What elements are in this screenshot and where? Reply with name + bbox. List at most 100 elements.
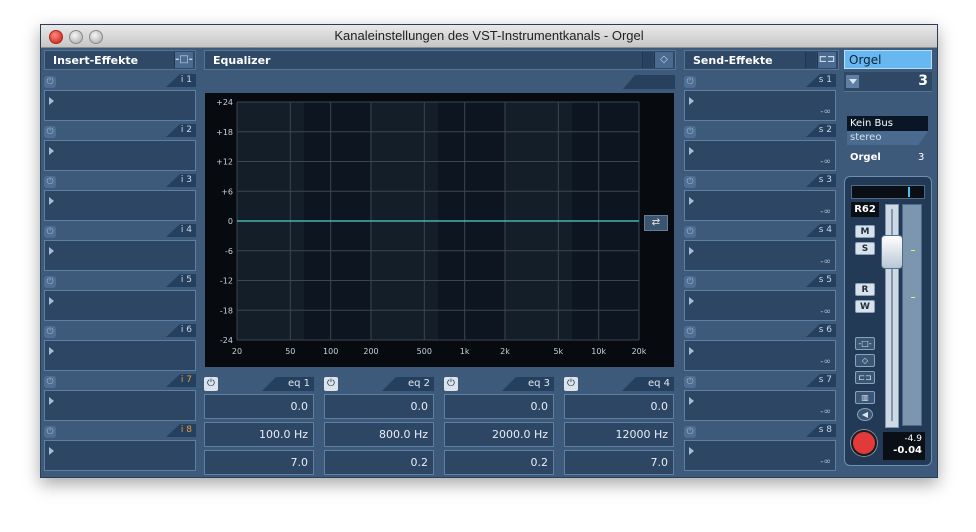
- eq-band-gain-field[interactable]: 0.0: [564, 394, 674, 419]
- play-arrow-icon: [49, 347, 54, 355]
- eq-band-power-button[interactable]: ⏻: [204, 377, 218, 391]
- eq-reset-button[interactable]: ⇄: [644, 215, 668, 231]
- eq-strip-icon: ◇: [861, 356, 869, 365]
- send-slot[interactable]: -∞: [684, 140, 836, 171]
- send-slot[interactable]: -∞: [684, 440, 836, 471]
- pan-value[interactable]: R62: [851, 202, 879, 217]
- send-side-button[interactable]: [805, 52, 816, 68]
- eq-band-q-field[interactable]: 0.2: [324, 450, 434, 475]
- send-bypass-button[interactable]: ⊏⊐: [817, 52, 836, 68]
- edit-instrument-button[interactable]: ▥: [855, 391, 875, 404]
- eq-band-power-button[interactable]: ⏻: [564, 377, 578, 391]
- send-slot-power-button[interactable]: ⏻: [684, 426, 696, 438]
- write-automation-button[interactable]: W: [855, 300, 875, 313]
- send-slot-power-button[interactable]: ⏻: [684, 276, 696, 288]
- insert-slot-power-button[interactable]: ⏻: [44, 126, 56, 138]
- insert-slot[interactable]: [44, 340, 196, 371]
- eq-band-freq-field[interactable]: 100.0 Hz: [204, 422, 314, 447]
- send-slot[interactable]: -∞: [684, 90, 836, 121]
- send-slot[interactable]: -∞: [684, 340, 836, 371]
- insert-slot[interactable]: [44, 90, 196, 121]
- record-enable-button[interactable]: [851, 430, 877, 456]
- send-slot[interactable]: -∞: [684, 190, 836, 221]
- eq-y-tick: -18: [220, 306, 233, 315]
- output-routing[interactable]: Kein Bus: [847, 116, 928, 131]
- insert-bypass-strip-button[interactable]: -□-: [855, 337, 875, 350]
- eq-band-q-field[interactable]: 0.2: [444, 450, 554, 475]
- eq-band-gain-field[interactable]: 0.0: [444, 394, 554, 419]
- insert-slot-power-button[interactable]: ⏻: [44, 376, 56, 388]
- pan-meter[interactable]: [851, 185, 925, 199]
- monitor-button[interactable]: ◀: [857, 408, 873, 421]
- eq-band-freq-field[interactable]: 2000.0 Hz: [444, 422, 554, 447]
- play-arrow-icon: [49, 297, 54, 305]
- play-arrow-icon: [689, 447, 694, 455]
- play-arrow-icon: [689, 97, 694, 105]
- eq-band-label: eq 2: [382, 377, 434, 391]
- eq-y-tick: +18: [216, 128, 233, 137]
- eq-bypass-icon: ◇: [660, 54, 668, 65]
- eq-y-tick: -12: [220, 277, 233, 286]
- level-readout[interactable]: -4.9 -0.04: [883, 432, 925, 460]
- eq-x-tick: 200: [363, 347, 378, 356]
- insert-slot-power-button[interactable]: ⏻: [44, 226, 56, 238]
- play-arrow-icon: [689, 347, 694, 355]
- send-slot-label: s 5: [806, 274, 836, 287]
- eq-bypass-button[interactable]: ◇: [654, 52, 673, 68]
- insert-slot-label: i 1: [166, 74, 196, 87]
- insert-slot-power-button[interactable]: ⏻: [44, 426, 56, 438]
- send-level: -∞: [820, 207, 831, 217]
- eq-band-gain-field[interactable]: 0.0: [204, 394, 314, 419]
- send-slot[interactable]: -∞: [684, 390, 836, 421]
- eq-band-gain-field[interactable]: 0.0: [324, 394, 434, 419]
- eq-band-q-field[interactable]: 7.0: [564, 450, 674, 475]
- mute-button[interactable]: M: [855, 225, 875, 238]
- insert-slot-power-button[interactable]: ⏻: [44, 326, 56, 338]
- insert-slot-power-button[interactable]: ⏻: [44, 276, 56, 288]
- send-slot-power-button[interactable]: ⏻: [684, 326, 696, 338]
- send-slot-power-button[interactable]: ⏻: [684, 376, 696, 388]
- solo-button[interactable]: S: [855, 242, 875, 255]
- eq-band-power-button[interactable]: ⏻: [324, 377, 338, 391]
- insert-slot[interactable]: [44, 440, 196, 471]
- send-slot-power-button[interactable]: ⏻: [684, 76, 696, 88]
- send-bypass-strip-button[interactable]: ⊏⊐: [855, 371, 875, 384]
- insert-slot[interactable]: [44, 240, 196, 271]
- eq-y-tick: 0: [228, 217, 233, 226]
- eq-band-freq-field[interactable]: 800.0 Hz: [324, 422, 434, 447]
- send-slot-power-button[interactable]: ⏻: [684, 226, 696, 238]
- insert-slot[interactable]: [44, 290, 196, 321]
- send-slot[interactable]: -∞: [684, 290, 836, 321]
- chevron-down-icon[interactable]: [846, 75, 859, 88]
- eq-side-button[interactable]: [642, 52, 653, 68]
- insert-slot-power-button[interactable]: ⏻: [44, 176, 56, 188]
- eq-curve-display[interactable]: +24 +18 +12 +6 0 -6 -12 -18 -24 20 50 100 200 500 1k 2k…: [205, 93, 674, 367]
- eq-band-freq-field[interactable]: 12000 Hz: [564, 422, 674, 447]
- channel-name-field[interactable]: Orgel: [844, 50, 932, 69]
- insert-slot-power-button[interactable]: ⏻: [44, 76, 56, 88]
- equalizer-header: Equalizer ◇: [204, 50, 676, 70]
- volume-fader-knob[interactable]: [881, 235, 903, 269]
- eq-x-tick: 1k: [460, 347, 470, 356]
- equalizer-title: Equalizer: [213, 54, 271, 67]
- read-automation-button[interactable]: R: [855, 283, 875, 296]
- eq-x-tick: 20: [232, 347, 242, 356]
- send-slot-power-button[interactable]: ⏻: [684, 126, 696, 138]
- send-slot[interactable]: -∞: [684, 240, 836, 271]
- send-level: -∞: [820, 407, 831, 417]
- channel-selector[interactable]: 3: [844, 72, 932, 92]
- eq-band-q-field[interactable]: 7.0: [204, 450, 314, 475]
- insert-slot-label: i 5: [166, 274, 196, 287]
- eq-y-tick: +12: [216, 158, 233, 167]
- eq-band-power-button[interactable]: ⏻: [444, 377, 458, 391]
- insert-slot[interactable]: [44, 390, 196, 421]
- insert-slot[interactable]: [44, 190, 196, 221]
- eq-y-tick: +24: [216, 98, 233, 107]
- loop-reset-icon: ⇄: [651, 217, 661, 228]
- insert-bypass-button[interactable]: -□-: [174, 52, 193, 68]
- eq-bypass-strip-button[interactable]: ◇: [855, 354, 875, 367]
- send-slot-power-button[interactable]: ⏻: [684, 176, 696, 188]
- eq-graph[interactable]: +24 +18 +12 +6 0 -6 -12 -18 -24 20 50 100 200 500 1k 2k…: [205, 93, 674, 367]
- insert-slot-label: i 6: [166, 324, 196, 337]
- insert-slot[interactable]: [44, 140, 196, 171]
